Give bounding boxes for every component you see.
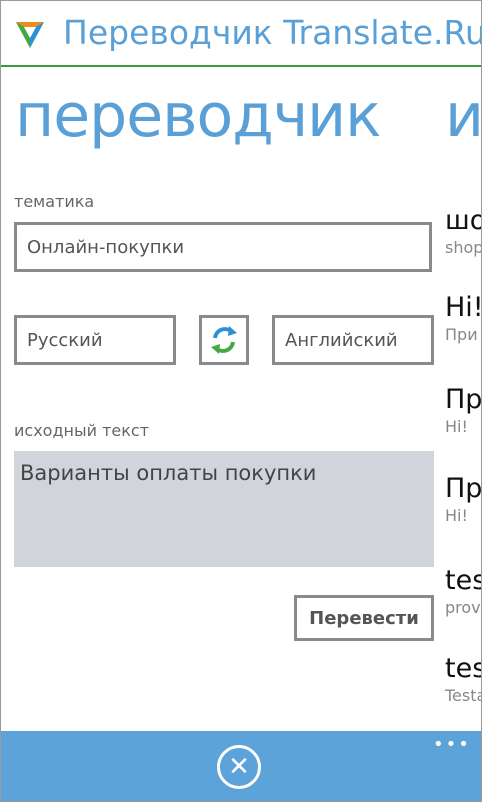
history-item[interactable]: Пр Hi!	[445, 384, 482, 438]
history-item-sub: Testa	[445, 686, 481, 705]
close-icon: ✕	[228, 752, 250, 782]
history-item-sub: Hi!	[445, 506, 468, 525]
topic-select[interactable]: Онлайн-покупки	[14, 222, 432, 272]
history-item-sub: Hi!	[445, 417, 468, 436]
swap-languages-button[interactable]	[199, 315, 249, 365]
history-item-sub: prov	[445, 598, 481, 617]
source-language-value: Русский	[27, 329, 103, 351]
history-item[interactable]: Hi! При	[445, 292, 482, 346]
history-item-main: tes	[445, 565, 481, 596]
pivot-header-next[interactable]: и	[445, 81, 481, 151]
history-item-sub: При	[445, 325, 478, 344]
history-item[interactable]: tes prov	[445, 565, 481, 619]
app-title: Переводчик Translate.Ru	[63, 13, 482, 52]
history-item[interactable]: tes Testa	[445, 653, 481, 707]
pivot-header-translator[interactable]: переводчик	[15, 81, 381, 151]
history-item-sub: shop	[445, 238, 482, 257]
history-item[interactable]: шо shop	[445, 205, 482, 259]
history-item-main: Пр	[445, 384, 482, 415]
app-frame: Переводчик Translate.Ru переводчик и тем…	[0, 0, 482, 802]
source-text-label: исходный текст	[14, 421, 150, 440]
history-item-main: tes	[445, 653, 481, 684]
target-language-select[interactable]: Английский	[272, 315, 434, 365]
translate-button[interactable]: Перевести	[294, 595, 434, 641]
topic-label: тематика	[14, 192, 95, 211]
history-item-main: шо	[445, 205, 481, 236]
source-language-select[interactable]: Русский	[14, 315, 176, 365]
title-bar: Переводчик Translate.Ru	[1, 1, 481, 67]
target-language-value: Английский	[285, 329, 398, 351]
app-logo-icon	[16, 22, 44, 48]
history-item-main: Пр	[445, 473, 482, 504]
source-text-input[interactable]: Варианты оплаты покупки	[14, 451, 434, 567]
topic-value: Онлайн-покупки	[27, 236, 185, 258]
more-button[interactable]: •••	[433, 734, 471, 755]
close-button[interactable]: ✕	[217, 745, 261, 789]
history-item-main: Hi!	[445, 292, 482, 323]
swap-icon	[211, 326, 237, 354]
history-item[interactable]: Пр Hi!	[445, 473, 482, 527]
